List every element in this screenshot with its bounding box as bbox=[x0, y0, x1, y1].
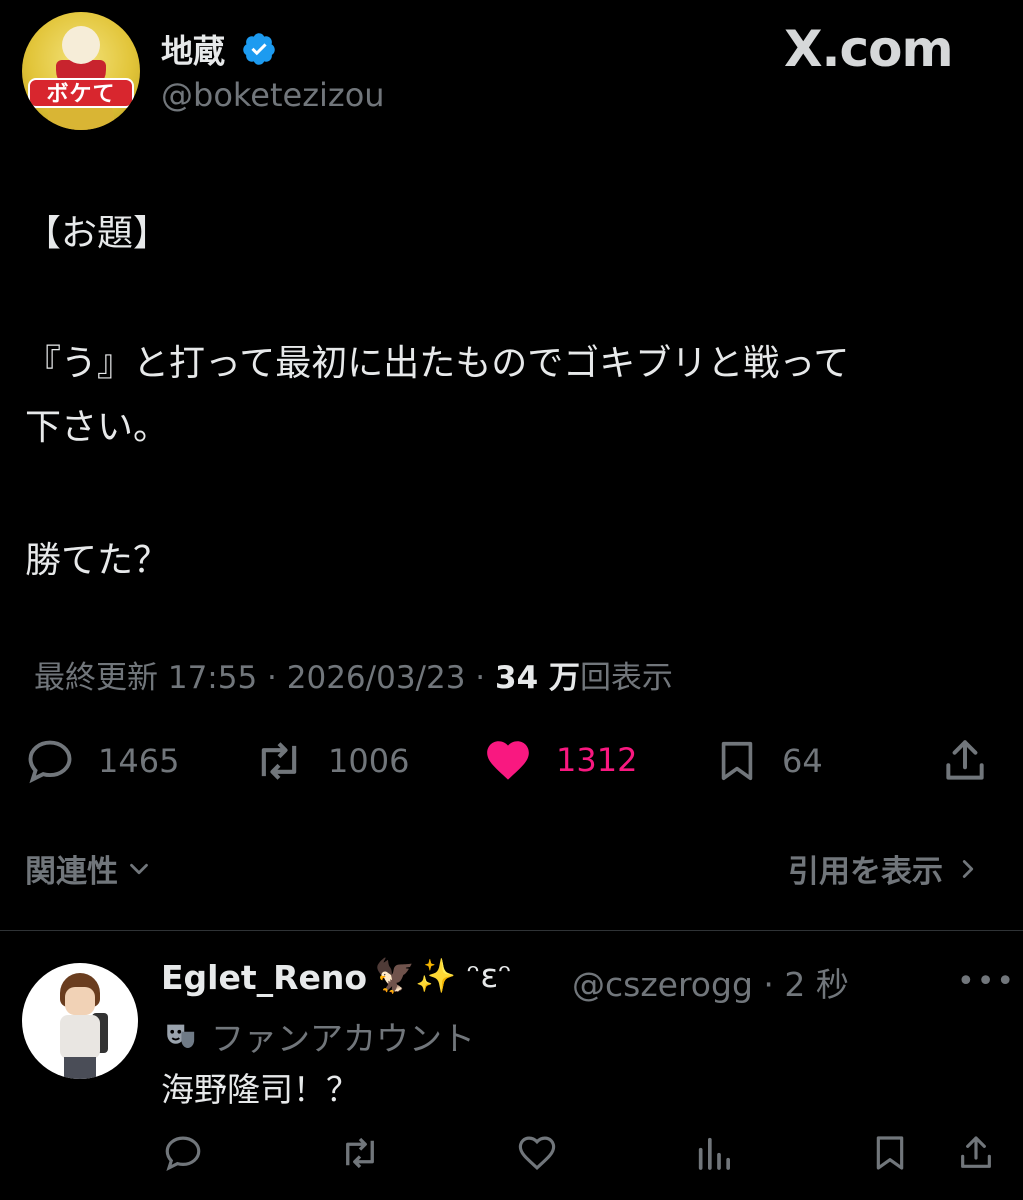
tweet-text-line: 『う』と打って最初に出たものでゴキブリと戦って bbox=[25, 343, 850, 384]
reply-name-emoji: 🦅✨ ᵔεᵔ bbox=[374, 956, 512, 995]
reply-button[interactable]: 1465 bbox=[24, 735, 179, 787]
reply-analytics-icon[interactable] bbox=[694, 1132, 734, 1174]
share-button[interactable] bbox=[940, 735, 990, 787]
bookmark-icon bbox=[721, 741, 753, 781]
views-unit: 万 bbox=[548, 660, 580, 696]
masks-icon bbox=[167, 1024, 195, 1049]
author-display-name[interactable]: 地蔵 bbox=[161, 26, 225, 72]
reply-share-icon[interactable] bbox=[956, 1132, 996, 1174]
fan-account-label: ファンアカウント bbox=[163, 1012, 475, 1060]
fan-account-text: ファンアカウント bbox=[211, 1019, 475, 1058]
chevron-down-icon bbox=[130, 863, 148, 874]
divider bbox=[0, 930, 1023, 931]
brand-logo: X.com bbox=[784, 20, 954, 78]
reply-display-name[interactable]: Eglet_Reno bbox=[161, 958, 367, 997]
tweet-text-line: 勝てた？ bbox=[25, 540, 170, 581]
views-count: 34 bbox=[495, 660, 539, 696]
related-label: 関連性 bbox=[25, 854, 118, 890]
view-quotes-link[interactable]: 引用を表示 bbox=[788, 846, 983, 891]
tweet-timestamp[interactable]: 最終更新 17:55 · 2026/03/23 · bbox=[34, 660, 495, 696]
share-icon bbox=[946, 740, 984, 780]
reply-like-icon[interactable] bbox=[516, 1132, 558, 1174]
reply-handle-time[interactable]: @cszerogg · 2 秒 bbox=[572, 958, 849, 1006]
reply-text: 海野隆司！？ bbox=[161, 1070, 359, 1109]
heart-filled-icon bbox=[487, 741, 529, 780]
tweet-text-line: 【お題】 bbox=[25, 213, 170, 254]
more-options-icon[interactable]: ••• bbox=[957, 964, 1016, 999]
author-avatar[interactable]: ボケて bbox=[22, 12, 140, 130]
like-button[interactable]: 1312 bbox=[482, 735, 637, 785]
reply-retweet-icon[interactable] bbox=[338, 1132, 382, 1174]
like-count: 1312 bbox=[556, 741, 638, 779]
reply-reply-icon[interactable] bbox=[162, 1132, 204, 1174]
reply-count: 1465 bbox=[98, 742, 180, 780]
verified-badge-icon bbox=[243, 33, 275, 65]
retweet-icon bbox=[261, 742, 297, 780]
tweet-meta: 最終更新 17:55 · 2026/03/23 · 34 万回表示 bbox=[34, 652, 673, 697]
view-quotes-label: 引用を表示 bbox=[788, 854, 943, 890]
bookmark-count: 64 bbox=[782, 742, 823, 780]
retweet-button[interactable]: 1006 bbox=[252, 735, 409, 787]
bookmark-button[interactable]: 64 bbox=[714, 735, 823, 787]
reply-avatar[interactable] bbox=[22, 963, 138, 1079]
retweet-count: 1006 bbox=[328, 742, 410, 780]
views-label: 回表示 bbox=[579, 660, 673, 696]
author-handle[interactable]: @boketezizou bbox=[161, 76, 385, 114]
chevron-right-icon bbox=[962, 859, 974, 878]
related-sort-dropdown[interactable]: 関連性 bbox=[25, 846, 154, 891]
tweet-text-line: 下さい。 bbox=[25, 407, 170, 448]
reply-bookmark-icon[interactable] bbox=[870, 1132, 910, 1174]
reply-icon bbox=[28, 740, 72, 784]
avatar-badge: ボケて bbox=[28, 78, 134, 108]
